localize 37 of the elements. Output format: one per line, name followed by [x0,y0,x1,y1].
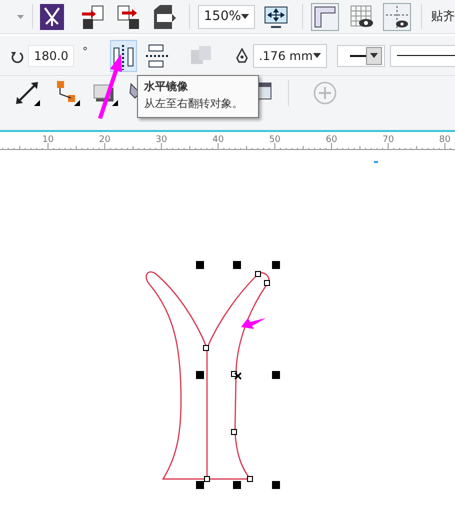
full-screen-icon[interactable] [264,6,288,28]
curve-shape[interactable] [146,271,270,480]
guidelines-icon[interactable] [382,2,411,30]
ruler-label: 70 [382,135,394,145]
ruler-label: 20 [98,135,110,145]
app-logo-icon[interactable] [40,4,64,30]
grid-icon[interactable] [348,4,375,30]
rulers-icon[interactable] [310,2,339,30]
node-handles[interactable] [203,271,270,482]
pointer-arrow [98,54,122,119]
ruler-label: 80 [439,135,451,145]
import-icon[interactable] [80,4,106,30]
pointer-arrow [241,318,266,329]
ruler-label: 10 [42,135,54,145]
pdf-icon[interactable] [152,4,178,30]
line-start-dropdown[interactable] [336,44,385,66]
ruler-label: 40 [212,135,224,145]
outline-width-dropdown[interactable]: .176 mm [252,44,327,68]
tooltip-description: 从左至右翻转对象。 [144,96,244,111]
ruler-label: 60 [326,135,338,145]
snap-label[interactable]: 贴齐 [430,8,455,25]
line-style-dropdown[interactable] [390,44,455,66]
ruler-label: 50 [269,135,281,145]
rotation-field[interactable]: 180.0 [28,44,74,66]
mirror-vertical-icon [144,42,169,70]
pen-nib-icon [236,48,248,64]
ruler-label: 30 [156,135,168,145]
dimension-tool-icon[interactable] [14,80,40,106]
degree-unit: ° [82,45,88,58]
center-mark-icon[interactable] [234,372,242,380]
line-icon [350,54,366,56]
dropdown-caret-icon[interactable] [17,14,24,18]
line-icon [396,55,455,56]
selection-handles[interactable] [196,261,280,489]
tooltip-title: 水平镜像 [144,79,189,94]
zoom-dropdown[interactable]: 150% [198,4,256,28]
connector-tool-icon[interactable] [54,80,80,106]
